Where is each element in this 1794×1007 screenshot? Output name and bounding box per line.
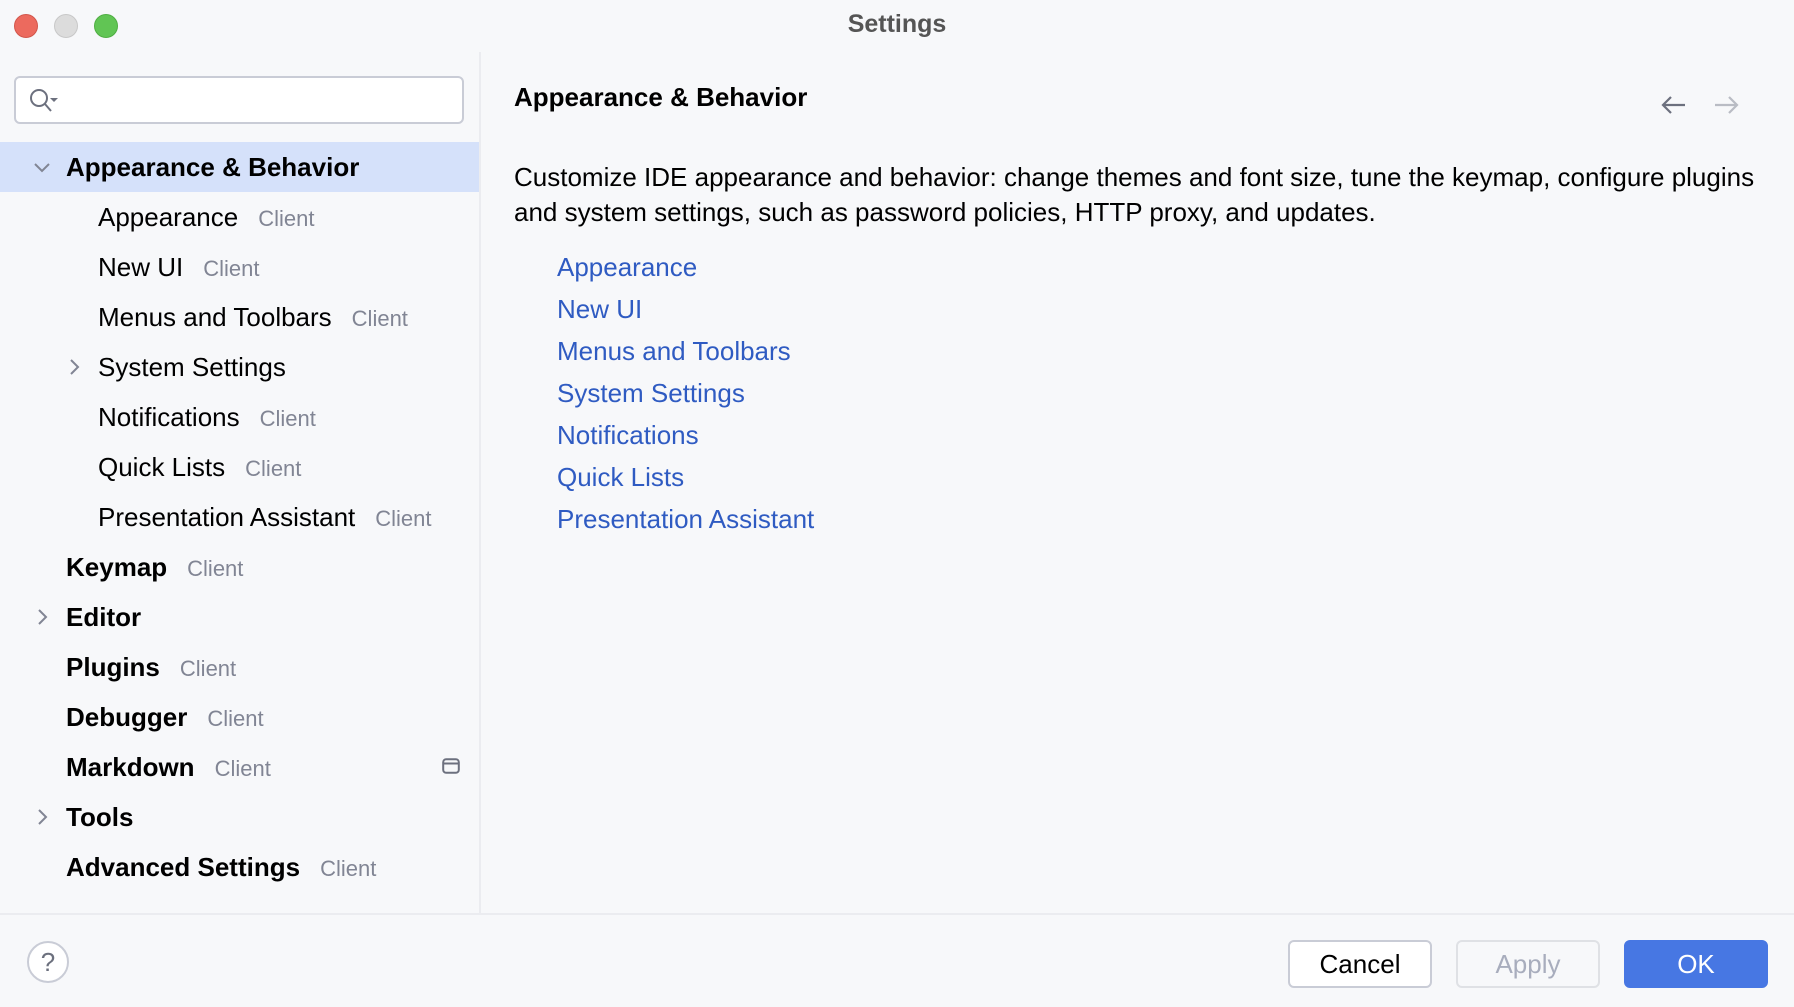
window-icon [442,758,460,774]
sidebar-item-label: Quick Lists Client [98,442,301,494]
apply-button[interactable]: Apply [1456,940,1600,988]
sidebar-item-label: Markdown Client [66,742,271,794]
item-text: System Settings [98,352,286,382]
sidebar-item-label: Notifications Client [98,392,316,444]
sidebar-item-tools[interactable]: Tools [0,792,479,842]
chevron-right-icon[interactable] [64,357,84,377]
client-tag: Client [187,556,244,581]
settings-sidebar: Appearance & Behavior Appearance Client New… [0,52,481,915]
client-tag: Client [375,506,432,531]
sidebar-item-label: Tools [66,792,133,842]
title-bar: Settings [0,0,1794,52]
client-tag: Client [214,756,271,781]
page-title: Appearance & Behavior [514,82,808,112]
sidebar-item-system-settings[interactable]: System Settings [0,342,479,392]
sidebar-item-label: Advanced Settings Client [66,842,376,894]
sidebar-item-markdown[interactable]: Markdown Client [0,742,479,792]
arrow-left-icon[interactable] [1659,92,1689,118]
search-icon[interactable] [28,87,62,115]
sidebar-item-label: Presentation Assistant Client [98,492,432,544]
page-description: Customize IDE appearance and behavior: c… [514,162,1755,227]
item-text: Plugins [66,652,160,682]
sidebar-item-editor[interactable]: Editor [0,592,479,642]
link-new-ui[interactable]: New UI [557,288,814,330]
item-text: Editor [66,602,142,632]
item-text: Tools [66,802,134,832]
item-text: Appearance & Behavior [66,152,360,182]
sidebar-item-debugger[interactable]: Debugger Client [0,692,479,742]
item-text: Notifications [98,402,240,432]
sidebar-item-advanced-settings[interactable]: Advanced Settings Client [0,842,479,892]
window-title: Settings [847,10,947,38]
dialog-footer: ? Cancel Apply OK [0,913,1794,1007]
client-tag: Client [179,656,237,681]
sidebar-item-label: Menus and Toolbars Client [98,292,408,344]
client-tag: Client [258,206,315,231]
item-text: Appearance [98,202,239,232]
sidebar-item-label: Keymap Client [66,542,243,594]
client-tag: Client [320,856,377,881]
link-quick-lists[interactable]: Quick Lists [557,456,814,498]
item-text: New UI [98,252,184,282]
item-text: Advanced Settings [66,852,301,882]
chevron-right-icon[interactable] [32,607,52,627]
item-text: Quick Lists [98,452,226,482]
link-appearance[interactable]: Appearance [557,246,814,288]
link-presentation-assistant[interactable]: Presentation Assistant [557,498,814,540]
link-menus-and-toolbars[interactable]: Menus and Toolbars [557,330,814,372]
client-tag: Client [351,306,408,331]
client-tag: Client [207,706,264,731]
sidebar-item-quick-lists[interactable]: Quick Lists Client [0,442,479,492]
sidebar-item-label: Appearance & Behavior [66,142,359,192]
sidebar-item-appearance[interactable]: Appearance Client [0,192,479,242]
link-system-settings[interactable]: System Settings [557,372,814,414]
settings-content: Appearance & Behavior Customize IDE appe… [481,52,1794,915]
sidebar-item-appearance-and-behavior[interactable]: Appearance & Behavior [0,142,479,192]
sidebar-item-menus-and-toolbars[interactable]: Menus and Toolbars Client [0,292,479,342]
cancel-button[interactable]: Cancel [1288,940,1432,988]
item-text: Keymap [66,552,168,582]
subpage-links: Appearance New UI Menus and Toolbars Sys… [557,246,814,540]
item-text: Menus and Toolbars [98,302,332,332]
client-tag: Client [259,406,316,431]
client-tag: Client [203,256,260,281]
sidebar-item-plugins[interactable]: Plugins Client [0,642,479,692]
chevron-right-icon[interactable] [32,807,52,827]
sidebar-item-label: Editor [66,592,141,642]
help-button[interactable]: ? [27,941,69,983]
ok-button[interactable]: OK [1624,940,1768,988]
chevron-down-icon[interactable] [32,157,52,177]
search-input[interactable] [14,76,464,124]
sidebar-item-label: New UI Client [98,242,260,294]
sidebar-item-new-ui[interactable]: New UI Client [0,242,479,292]
sidebar-item-label: System Settings [98,342,286,392]
item-text: Markdown [66,752,195,782]
link-notifications[interactable]: Notifications [557,414,814,456]
sidebar-item-label: Plugins Client [66,642,236,694]
item-text: Debugger [66,702,188,732]
sidebar-item-notifications[interactable]: Notifications Client [0,392,479,442]
sidebar-item-presentation-assistant[interactable]: Presentation Assistant Client [0,492,479,542]
arrow-right-icon[interactable] [1711,92,1741,118]
item-text: Presentation Assistant [98,502,356,532]
sidebar-item-keymap[interactable]: Keymap Client [0,542,479,592]
client-tag: Client [245,456,302,481]
sidebar-item-label: Debugger Client [66,692,264,744]
sidebar-item-label: Appearance Client [98,192,314,244]
